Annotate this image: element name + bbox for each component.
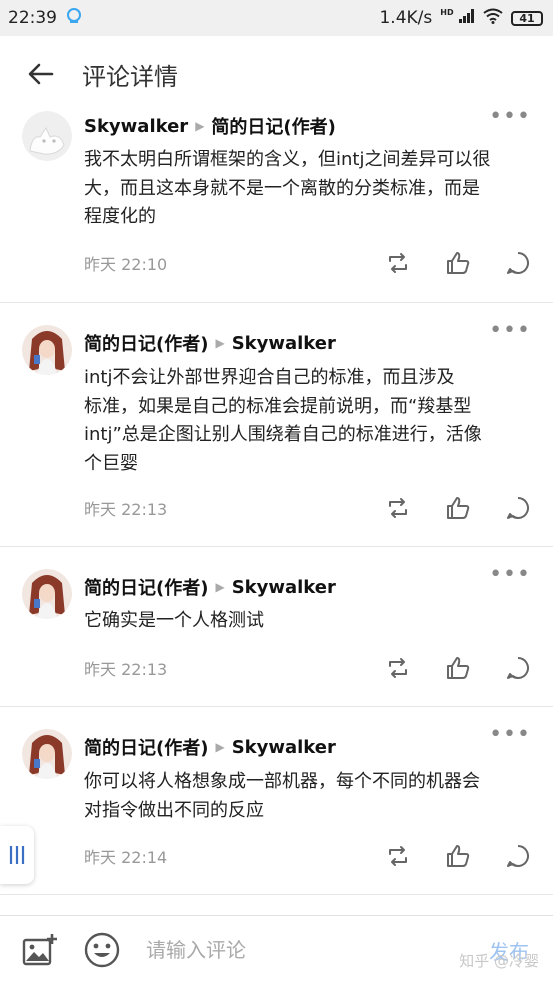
reply-arrow-icon: ▶: [215, 336, 225, 350]
comment-line: 你可以将人格想象成一部机器，每个不同的机器会: [84, 771, 480, 792]
more-button[interactable]: •••: [489, 724, 531, 746]
share-icon: [389, 846, 407, 866]
share-button[interactable]: [385, 843, 411, 869]
sync-icon: [65, 7, 83, 30]
share-button[interactable]: [385, 250, 411, 276]
comment-line: intj不会让外部世界迎合自己的标准，而且涉及: [84, 367, 455, 388]
comment-icon: [507, 845, 529, 867]
like-icon: [447, 657, 470, 679]
comment-time: 昨天 22:13: [84, 500, 168, 519]
comment-author[interactable]: 简的日记(作者): [84, 330, 208, 356]
emoji-button[interactable]: [82, 930, 122, 970]
share-icon: [389, 498, 407, 518]
more-button[interactable]: •••: [489, 564, 531, 586]
comment-reply-to[interactable]: Skywalker: [232, 577, 336, 598]
comment-reply-to[interactable]: 简的日记(作者): [211, 113, 335, 139]
like-button[interactable]: [445, 495, 471, 521]
like-icon: [447, 252, 470, 274]
comment-item: ••• 简的日记(作者) ▶ Skywalker 你可以将人格想象成一部机器，每…: [0, 707, 553, 895]
comment-text: 你可以将人格想象成一部机器，每个不同的机器会 对指令做出不同的反应: [84, 768, 531, 825]
watermark: 知乎 @冷婴: [459, 952, 539, 970]
like-button[interactable]: [445, 655, 471, 681]
comment-line: 它确实是一个人格测试: [84, 610, 264, 631]
share-button[interactable]: [385, 495, 411, 521]
reply-button[interactable]: [505, 843, 531, 869]
comment-text: intj不会让外部世界迎合自己的标准，而且涉及 标准，如果是自己的标准会提前说明…: [84, 364, 531, 478]
status-bar: 22:39 1.4K/s HD 41: [0, 0, 553, 36]
network-speed: 1.4K/s: [379, 8, 433, 28]
side-menu-handle[interactable]: [0, 826, 34, 884]
share-icon: [389, 253, 407, 273]
comment-text: 我不太明白所谓框架的含义，但intj之间差异可以很 大，而且这本身就不是一个离散…: [84, 146, 531, 232]
comment-reply-to[interactable]: Skywalker: [232, 737, 336, 758]
add-image-icon: [22, 934, 57, 966]
share-button[interactable]: [385, 655, 411, 681]
comment-line: 对指令做出不同的反应: [84, 799, 264, 821]
comment-line: 标准，如果是自己的标准会提前说明，而“羧基型: [84, 395, 472, 417]
comment-item: ••• 简的日记(作者) ▶ Skywalker 它确实是一个人格测试 昨天 2…: [0, 547, 553, 707]
comment-list[interactable]: ••• Skywalker ▶ 简的日记(作者) 我不太明白所谓框架的含义，但i…: [0, 100, 553, 915]
comment-line: 个巨婴: [84, 452, 138, 474]
comment-icon: [507, 657, 529, 679]
menu-lines-icon: [9, 846, 25, 864]
comment-item: ••• Skywalker ▶ 简的日记(作者) 我不太明白所谓框架的含义，但i…: [0, 100, 553, 303]
reply-arrow-icon: ▶: [215, 580, 225, 594]
share-icon: [389, 658, 407, 678]
comment-author[interactable]: 简的日记(作者): [84, 734, 208, 760]
back-button[interactable]: [22, 55, 60, 93]
emoji-icon: [84, 932, 120, 968]
more-button[interactable]: •••: [489, 320, 531, 342]
comment-time: 昨天 22:10: [84, 255, 168, 274]
network-type: HD: [440, 8, 454, 17]
avatar[interactable]: [22, 729, 72, 779]
comment-time: 昨天 22:13: [84, 660, 168, 679]
like-button[interactable]: [445, 250, 471, 276]
comment-icon: [507, 252, 529, 274]
comment-author[interactable]: 简的日记(作者): [84, 574, 208, 600]
signal-icon: HD: [440, 8, 475, 28]
comment-input[interactable]: [144, 937, 489, 963]
comment-line: 大，而且这本身就不是一个离散的分类标准，而是: [84, 177, 480, 199]
wifi-icon: [483, 8, 503, 29]
reply-arrow-icon: ▶: [195, 119, 205, 133]
page-title: 评论详情: [82, 62, 178, 91]
add-image-button[interactable]: [20, 930, 60, 970]
comment-icon: [507, 497, 529, 519]
more-button[interactable]: •••: [489, 106, 531, 128]
comment-text: 它确实是一个人格测试: [84, 607, 531, 636]
comment-item: ••• 简的日记(作者) ▶ Skywalker intj不会让外部世界迎合自己…: [0, 303, 553, 547]
like-icon: [447, 845, 470, 867]
reply-arrow-icon: ▶: [215, 740, 225, 754]
like-button[interactable]: [445, 843, 471, 869]
comment-line: 程度化的: [84, 206, 156, 227]
like-icon: [447, 497, 470, 519]
reply-button[interactable]: [505, 495, 531, 521]
avatar[interactable]: [22, 111, 72, 161]
reply-button[interactable]: [505, 655, 531, 681]
comment-line: intj”总是企图让别人围绕着自己的标准进行，活像: [84, 424, 482, 445]
comment-time: 昨天 22:14: [84, 848, 168, 867]
comment-author[interactable]: Skywalker: [84, 116, 188, 137]
battery-icon: 41: [511, 10, 543, 26]
avatar[interactable]: [22, 325, 72, 375]
battery-level: 41: [519, 11, 535, 25]
avatar[interactable]: [22, 569, 72, 619]
comment-reply-to[interactable]: Skywalker: [232, 333, 336, 354]
back-arrow-icon: [28, 63, 54, 85]
status-time: 22:39: [8, 8, 57, 28]
comment-line: 我不太明白所谓框架的含义，但intj之间差异可以很: [84, 149, 491, 170]
reply-button[interactable]: [505, 250, 531, 276]
